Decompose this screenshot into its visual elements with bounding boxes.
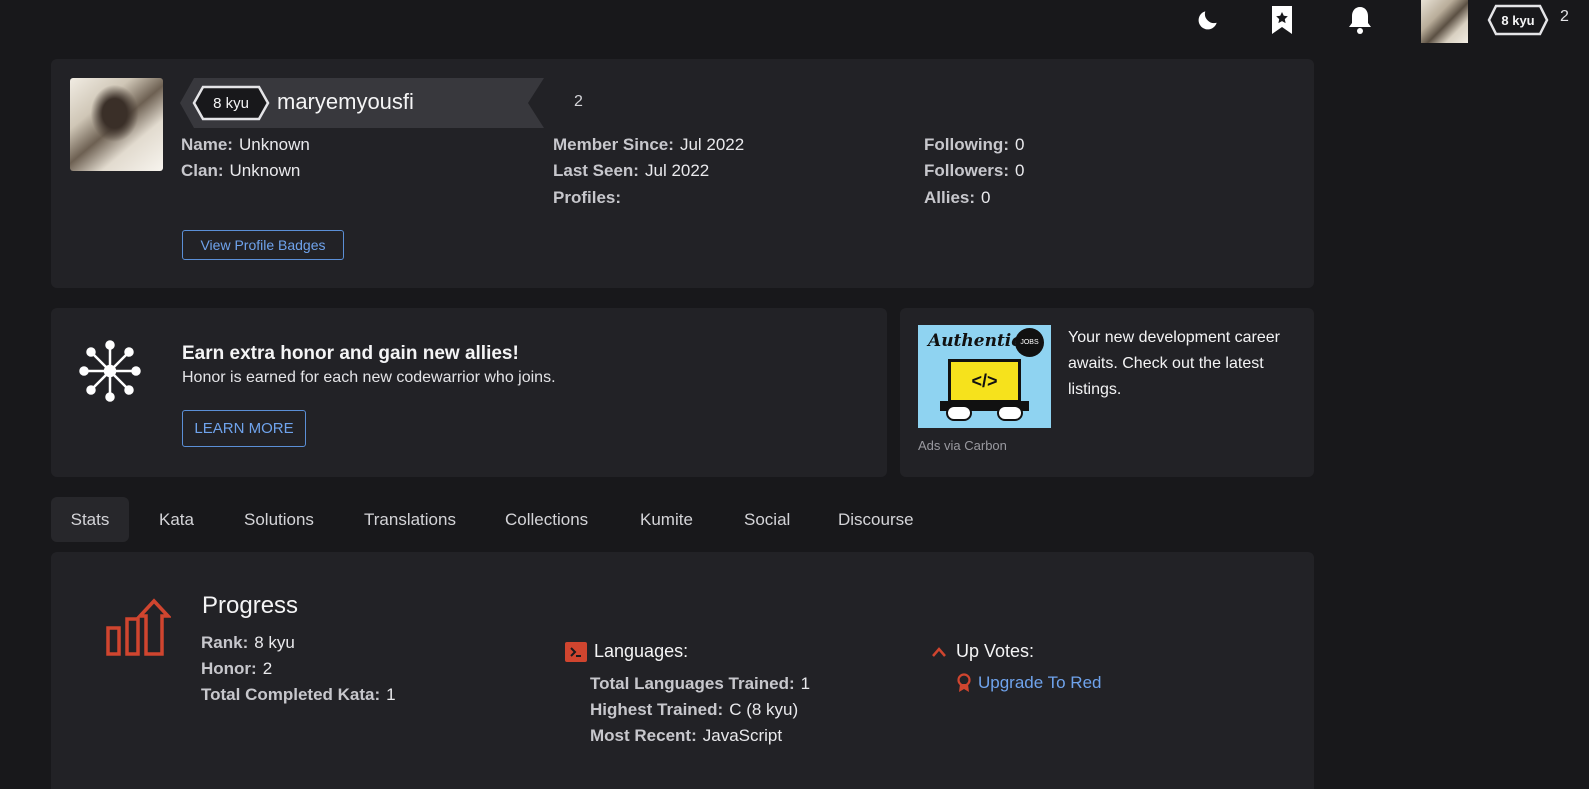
name-row: Name: Unknown: [181, 135, 310, 155]
tab-discourse[interactable]: Discourse: [838, 497, 914, 542]
ad-text[interactable]: Your new development career awaits. Chec…: [1068, 325, 1308, 403]
honor-row: Honor: 2: [201, 659, 272, 679]
bell-icon[interactable]: [1345, 4, 1375, 36]
ad-code-screen: </>: [948, 359, 1021, 403]
profile-honor: 2: [574, 93, 583, 110]
allies-value: 0: [981, 188, 991, 207]
honor-value: 2: [262, 659, 273, 678]
name-value: Unknown: [238, 135, 310, 154]
profiles-row: Profiles:: [553, 188, 621, 208]
profile-page: 8 kyu 2 8 kyu maryemyousfi 2 Name: Unknow…: [0, 0, 1589, 789]
most-recent-label: Most Recent:: [590, 726, 697, 745]
member-since-value: Jul 2022: [679, 135, 745, 154]
highest-trained-row: Highest Trained: C (8 kyu): [590, 700, 798, 720]
network-icon: [79, 340, 141, 402]
languages-heading: Languages:: [565, 641, 688, 662]
ad-brand-text: Authentic: [928, 331, 1022, 351]
languages-title: Languages:: [594, 641, 689, 661]
member-since-label: Member Since:: [553, 135, 674, 154]
tab-social[interactable]: Social: [744, 497, 790, 542]
bookmark-star-icon[interactable]: [1267, 4, 1297, 36]
view-profile-badges-button[interactable]: View Profile Badges: [182, 230, 344, 260]
moon-icon[interactable]: [1193, 4, 1223, 36]
rank-label: Rank:: [201, 633, 249, 652]
tab-solutions[interactable]: Solutions: [244, 497, 314, 542]
followers-label: Followers:: [924, 161, 1010, 180]
total-languages-row: Total Languages Trained: 1: [590, 674, 810, 694]
nav-honor-count: 2: [1560, 8, 1569, 25]
rank-row: Rank: 8 kyu: [201, 633, 295, 653]
promo-title: Earn extra honor and gain new allies!: [182, 343, 519, 364]
upvotes-heading: Up Votes:: [931, 641, 1034, 662]
tab-kata[interactable]: Kata: [159, 497, 194, 542]
ad-right-hand: [997, 405, 1023, 421]
last-seen-value: Jul 2022: [644, 161, 710, 180]
top-nav: 8 kyu 2: [0, 0, 1589, 44]
ad-left-hand: [946, 405, 972, 421]
username: maryemyousfi: [277, 89, 414, 114]
following-value: 0: [1014, 135, 1025, 154]
stats-card: Progress Rank: 8 kyu Honor: 2 Total Comple…: [51, 552, 1314, 789]
progress-chart-icon: [106, 598, 171, 656]
total-languages-label: Total Languages Trained:: [590, 674, 795, 693]
chevron-up-icon: [932, 646, 946, 657]
highest-trained-label: Highest Trained:: [590, 700, 724, 719]
tab-collections[interactable]: Collections: [505, 497, 588, 542]
progress-title: Progress: [202, 592, 299, 619]
terminal-icon: [565, 641, 587, 662]
completed-kata-label: Total Completed Kata:: [201, 685, 381, 704]
nav-rank-badge[interactable]: 8 kyu: [1487, 4, 1549, 36]
clan-row: Clan: Unknown: [181, 161, 300, 181]
award-ribbon-icon: [957, 673, 971, 692]
profiles-label: Profiles:: [553, 188, 622, 207]
name-label: Name:: [181, 135, 233, 154]
most-recent-row: Most Recent: JavaScript: [590, 726, 782, 746]
profile-rank-badge: 8 kyu: [192, 85, 270, 121]
clan-label: Clan:: [181, 161, 224, 180]
rank-value: 8 kyu: [254, 633, 295, 652]
following-row: Following: 0: [924, 135, 1024, 155]
following-label: Following:: [924, 135, 1009, 154]
most-recent-value: JavaScript: [702, 726, 783, 745]
ad-card: Authentic JOBS </> Your new development …: [900, 308, 1314, 477]
last-seen-label: Last Seen:: [553, 161, 639, 180]
ad-jobs-badge: JOBS: [1015, 328, 1044, 357]
tab-kumite[interactable]: Kumite: [640, 497, 693, 542]
allies-label: Allies:: [924, 188, 976, 207]
promo-subtitle: Honor is earned for each new codewarrior…: [182, 369, 556, 386]
ads-via-carbon[interactable]: Ads via Carbon: [918, 438, 1007, 453]
upgrade-to-red-link[interactable]: Upgrade To Red: [978, 673, 1102, 693]
total-languages-value: 1: [800, 674, 811, 693]
followers-row: Followers: 0: [924, 161, 1024, 181]
tab-translations[interactable]: Translations: [364, 497, 456, 542]
learn-more-button[interactable]: LEARN MORE: [182, 410, 306, 447]
profile-rank-label: 8 kyu: [213, 94, 249, 112]
honor-promo-card: Earn extra honor and gain new allies! Ho…: [51, 308, 887, 477]
tab-stats[interactable]: Stats: [51, 497, 129, 542]
upvotes-title: Up Votes:: [956, 641, 1035, 661]
allies-row: Allies: 0: [924, 188, 991, 208]
last-seen-row: Last Seen: Jul 2022: [553, 161, 709, 181]
nav-rank-label: 8 kyu: [1501, 12, 1535, 28]
user-avatar[interactable]: [1421, 0, 1468, 43]
highest-trained-value: C (8 kyu): [729, 700, 799, 719]
followers-value: 0: [1015, 161, 1025, 180]
completed-kata-row: Total Completed Kata: 1: [201, 685, 396, 705]
honor-label: Honor:: [201, 659, 257, 678]
clan-value: Unknown: [229, 161, 301, 180]
member-since-row: Member Since: Jul 2022: [553, 135, 744, 155]
upgrade-row: Upgrade To Red: [957, 673, 1102, 693]
profile-card: 8 kyu maryemyousfi 2 Name: Unknown Clan: U…: [51, 59, 1314, 288]
completed-kata-value: 1: [386, 685, 396, 704]
ad-image[interactable]: Authentic JOBS </>: [918, 325, 1051, 428]
profile-avatar: [70, 78, 163, 171]
